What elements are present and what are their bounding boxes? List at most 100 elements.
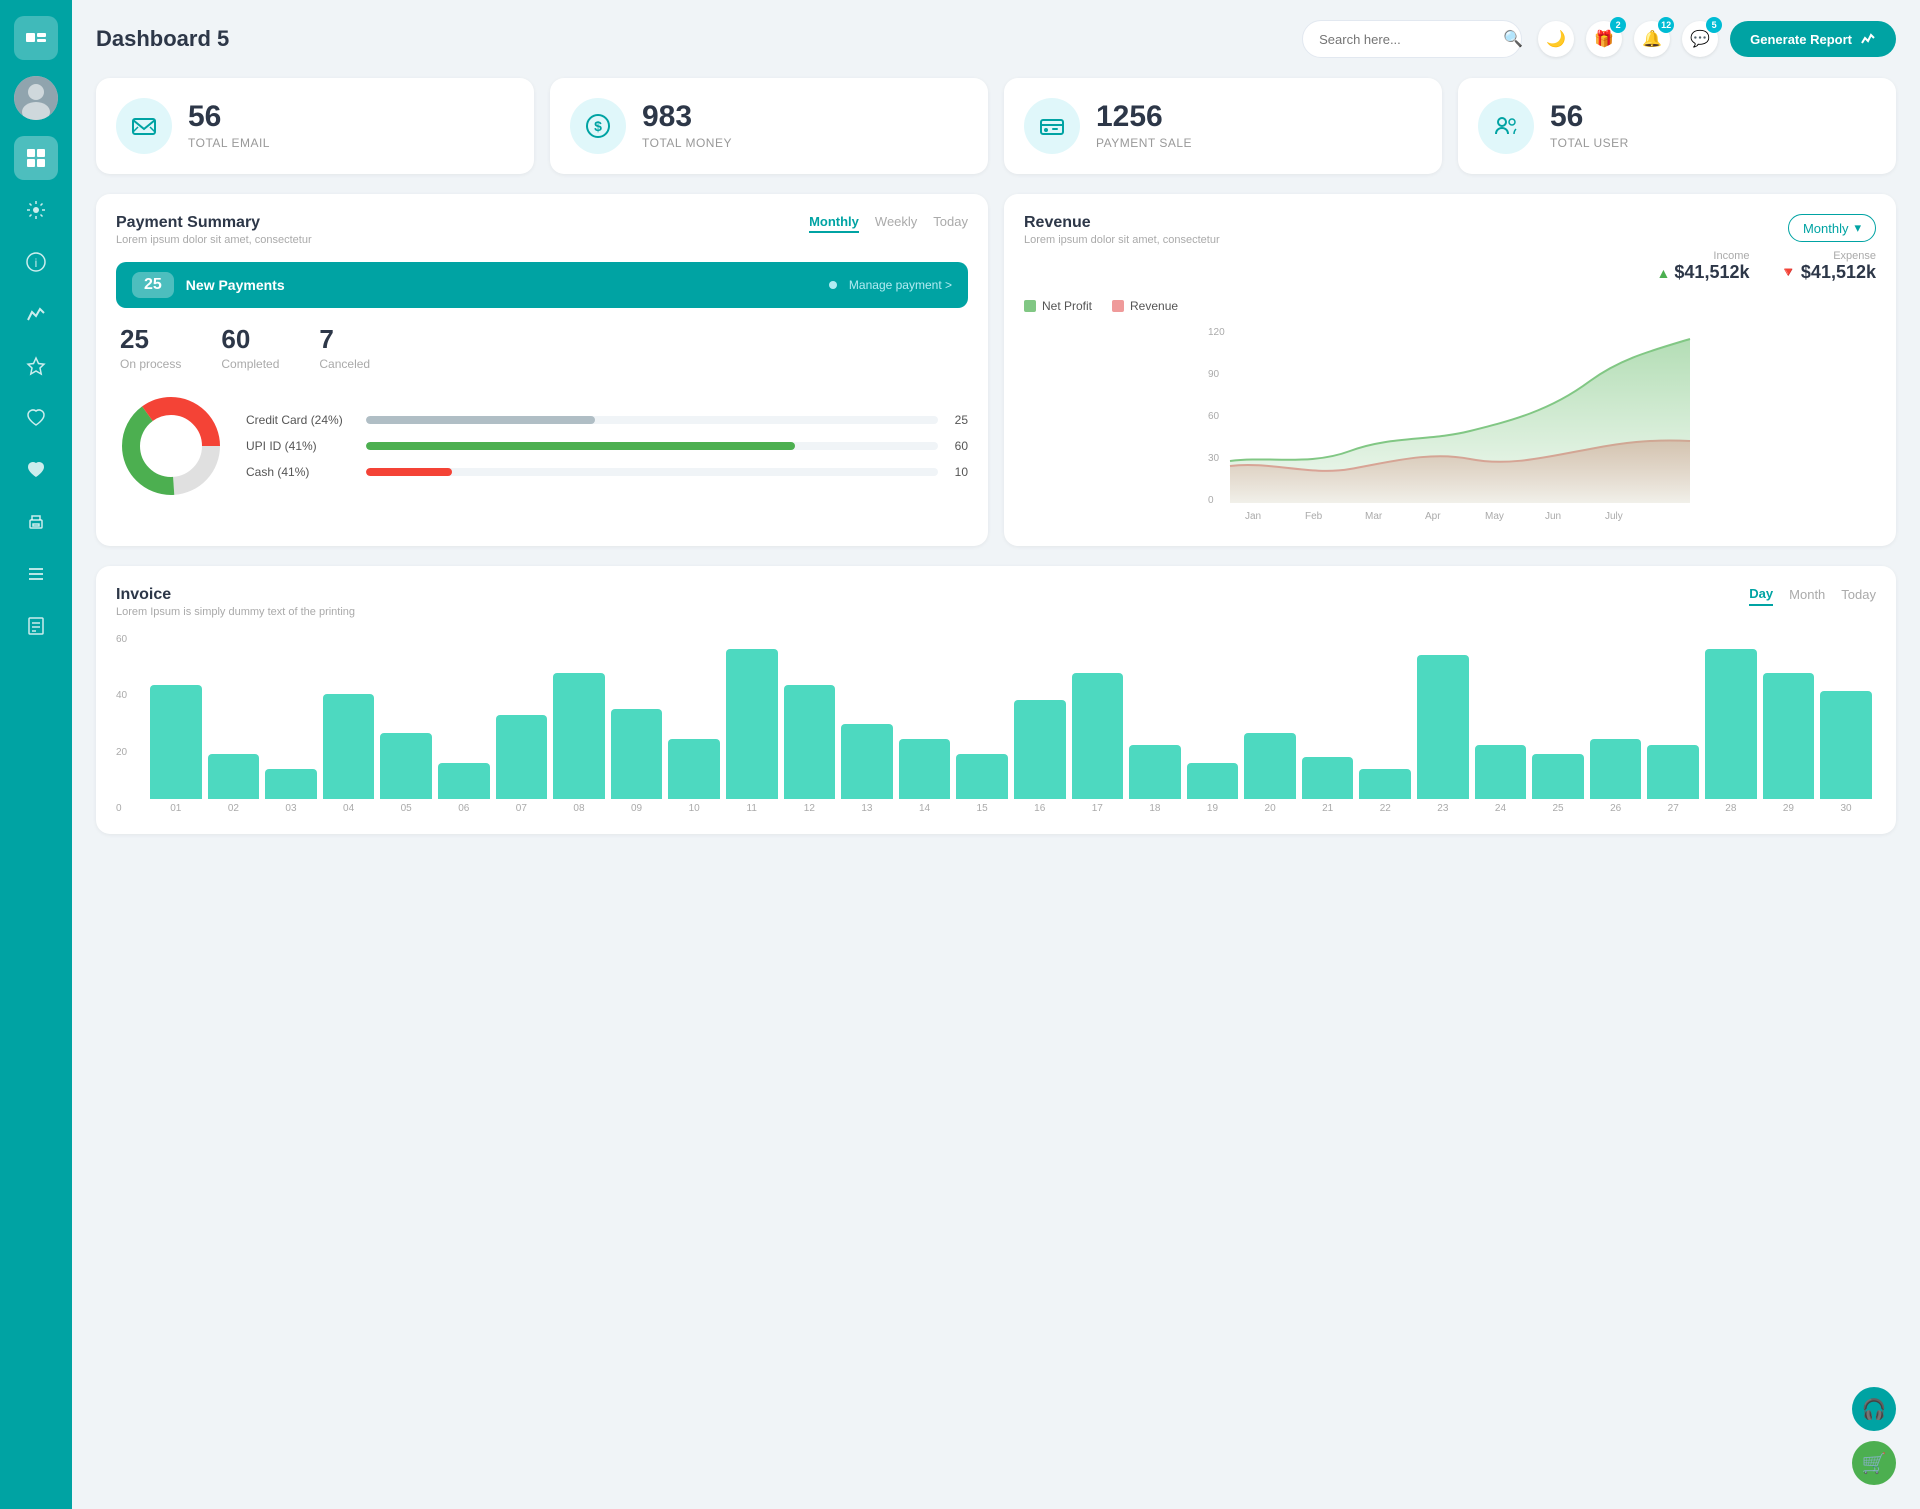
stat-card-email: 56 TOTAL EMAIL [96, 78, 534, 174]
payment-bottom: Credit Card (24%) 25 UPI ID (41%) 60 [116, 391, 968, 501]
invoice-header: Invoice Lorem Ipsum is simply dummy text… [116, 586, 1876, 618]
user-avatar[interactable] [14, 76, 58, 120]
invoice-bar-label-06: 06 [458, 803, 469, 814]
sidebar-item-heart-outline[interactable] [14, 396, 58, 440]
tab-monthly[interactable]: Monthly [809, 214, 859, 233]
invoice-bar-col-14: 14 [899, 739, 951, 814]
invoice-bar-col-08: 08 [553, 673, 605, 814]
invoice-subtitle: Lorem Ipsum is simply dummy text of the … [116, 606, 355, 618]
invoice-bar-col-10: 10 [668, 739, 720, 814]
canceled-label: Canceled [319, 357, 370, 371]
invoice-bar-label-01: 01 [170, 803, 181, 814]
stat-card-money: $ 983 TOTAL MONEY [550, 78, 988, 174]
sidebar-item-analytics[interactable] [14, 292, 58, 336]
search-input[interactable] [1319, 32, 1495, 47]
invoice-bar-label-30: 30 [1840, 803, 1851, 814]
tab-weekly[interactable]: Weekly [875, 214, 917, 233]
net-profit-dot [1024, 300, 1036, 312]
invoice-bar-label-07: 07 [516, 803, 527, 814]
sidebar-item-info[interactable]: i [14, 240, 58, 284]
stat-user-number: 56 [1550, 102, 1629, 132]
stat-money-label: TOTAL MONEY [642, 136, 732, 150]
new-payments-dot [829, 281, 837, 289]
payment-summary-header: Payment Summary Lorem ipsum dolor sit am… [116, 214, 968, 246]
revenue-monthly-dropdown[interactable]: Monthly ▾ [1788, 214, 1876, 242]
pb-upi: UPI ID (41%) 60 [246, 439, 968, 453]
bell-btn[interactable]: 🔔 12 [1634, 21, 1670, 57]
invoice-bar-11 [726, 649, 778, 799]
pb-cash-track [366, 468, 938, 476]
sidebar-item-heart-fill[interactable] [14, 448, 58, 492]
invoice-bar-col-03: 03 [265, 769, 317, 814]
invoice-bar-10 [668, 739, 720, 799]
invoice-bar-12 [784, 685, 836, 799]
invoice-y-axis: 60 40 20 0 [116, 634, 127, 814]
invoice-bar-02 [208, 754, 260, 799]
invoice-bar-col-26: 26 [1590, 739, 1642, 814]
svg-text:Feb: Feb [1305, 511, 1323, 521]
manage-payment-link[interactable]: Manage payment > [849, 278, 952, 292]
stat-money-info: 983 TOTAL MONEY [642, 102, 732, 150]
sidebar-item-dashboard[interactable] [14, 136, 58, 180]
cart-float-btn[interactable]: 🛒 [1852, 1441, 1896, 1485]
chat-badge: 5 [1706, 17, 1722, 33]
dark-mode-btn[interactable]: 🌙 [1538, 21, 1574, 57]
invoice-bar-04 [323, 694, 375, 799]
y-label-60: 60 [116, 634, 127, 645]
svg-text:60: 60 [1208, 411, 1220, 422]
invoice-bar-01 [150, 685, 202, 799]
invoice-bar-col-07: 07 [496, 715, 548, 814]
support-float-btn[interactable]: 🎧 [1852, 1387, 1896, 1431]
invoice-bar-label-26: 26 [1610, 803, 1621, 814]
tab-today[interactable]: Today [933, 214, 968, 233]
invoice-tab-month[interactable]: Month [1789, 587, 1825, 605]
sidebar-logo[interactable] [14, 16, 58, 60]
sidebar-item-print[interactable] [14, 500, 58, 544]
invoice-tab-day[interactable]: Day [1749, 586, 1773, 606]
invoice-bar-label-15: 15 [977, 803, 988, 814]
pb-creditcard-fill [366, 416, 595, 424]
completed-label: Completed [221, 357, 279, 371]
middle-row: Payment Summary Lorem ipsum dolor sit am… [96, 194, 1896, 546]
chat-btn[interactable]: 💬 5 [1682, 21, 1718, 57]
payment-summary-title: Payment Summary [116, 214, 312, 232]
stat-user-info: 56 TOTAL USER [1550, 102, 1629, 150]
sidebar-item-settings[interactable] [14, 188, 58, 232]
pb-cash-fill [366, 468, 452, 476]
invoice-bar-chart: 0102030405060708091011121314151617181920… [146, 634, 1876, 814]
invoice-bar-label-22: 22 [1380, 803, 1391, 814]
invoice-bar-label-13: 13 [861, 803, 872, 814]
invoice-bar-label-25: 25 [1552, 803, 1563, 814]
search-bar[interactable]: 🔍 [1302, 20, 1522, 58]
payment-summary-info: Payment Summary Lorem ipsum dolor sit am… [116, 214, 312, 246]
completed-num: 60 [221, 324, 279, 355]
pb-upi-val: 60 [948, 439, 968, 453]
pb-creditcard-val: 25 [948, 413, 968, 427]
canceled-num: 7 [319, 324, 370, 355]
invoice-bar-col-09: 09 [611, 709, 663, 814]
pb-creditcard: Credit Card (24%) 25 [246, 413, 968, 427]
invoice-title: Invoice [116, 586, 355, 604]
invoice-bar-label-03: 03 [285, 803, 296, 814]
invoice-bar-20 [1244, 733, 1296, 799]
invoice-bar-label-29: 29 [1783, 803, 1794, 814]
invoice-bar-label-18: 18 [1149, 803, 1160, 814]
generate-report-button[interactable]: Generate Report [1730, 21, 1896, 57]
process-row: 25 On process 60 Completed 7 Canceled [116, 324, 968, 371]
sidebar-item-docs[interactable] [14, 604, 58, 648]
invoice-bar-label-21: 21 [1322, 803, 1333, 814]
invoice-info: Invoice Lorem Ipsum is simply dummy text… [116, 586, 355, 618]
new-payments-count: 25 [132, 272, 174, 298]
sidebar-item-list[interactable] [14, 552, 58, 596]
sidebar-item-favorites[interactable] [14, 344, 58, 388]
bell-icon: 🔔 [1642, 29, 1662, 49]
stats-row: 56 TOTAL EMAIL $ 983 TOTAL MONEY [96, 78, 1896, 174]
invoice-bar-label-02: 02 [228, 803, 239, 814]
income-val: $41,512k [1674, 262, 1749, 283]
pb-cash-val: 10 [948, 465, 968, 479]
gift-btn[interactable]: 🎁 2 [1586, 21, 1622, 57]
bell-badge: 12 [1658, 17, 1674, 33]
main-content: Dashboard 5 🔍 🌙 🎁 2 🔔 12 💬 5 Generate Re [72, 0, 1920, 1509]
revenue-header: Revenue Lorem ipsum dolor sit amet, cons… [1024, 214, 1876, 291]
invoice-tab-today[interactable]: Today [1841, 587, 1876, 605]
